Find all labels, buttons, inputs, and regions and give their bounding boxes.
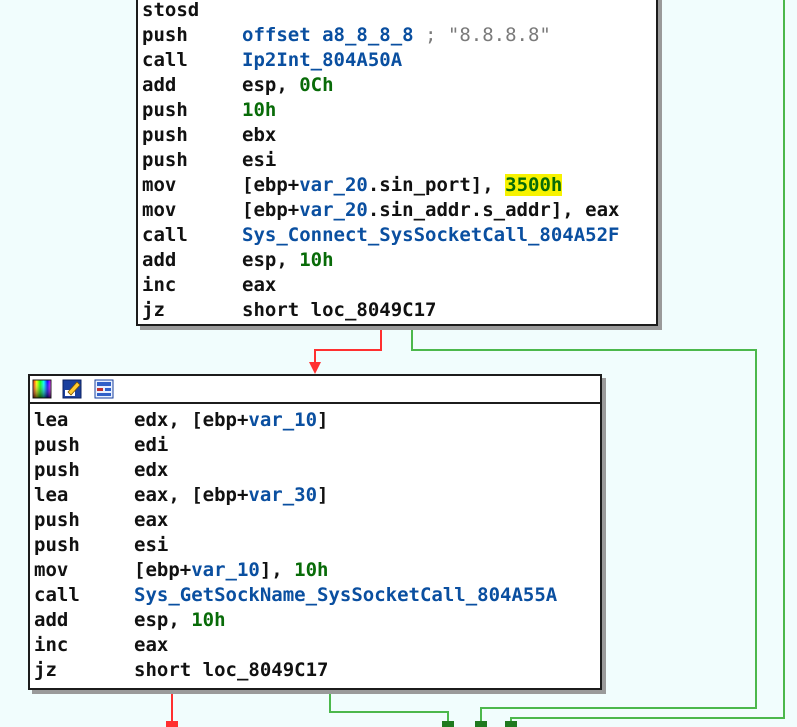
instruction-mnemonic: push <box>142 24 188 46</box>
operand-token: ] <box>317 409 329 431</box>
instruction-mnemonic: call <box>34 584 80 606</box>
instruction-mnemonic: add <box>142 74 177 96</box>
operand-token: esp, <box>134 609 192 631</box>
instruction-operands: eax <box>134 508 168 533</box>
false-edge-arrowhead <box>309 362 321 374</box>
instruction-operands: edi <box>134 433 168 458</box>
instruction-operands: esi <box>134 533 168 558</box>
operand-number: 10h <box>299 249 334 271</box>
operand-token: esi <box>134 534 169 556</box>
instruction-operands: Sys_Connect_SysSocketCall_804A52F <box>242 223 620 248</box>
instruction-operands: esp, 0Ch <box>242 73 334 98</box>
instruction-mnemonic: inc <box>34 634 69 656</box>
instruction-mnemonic: stosd <box>142 0 200 21</box>
instruction-mnemonic: lea <box>34 484 69 506</box>
instruction-operands: short loc_8049C17 <box>134 658 328 683</box>
operand-token: .sin_addr.s_addr], eax <box>367 199 620 221</box>
instruction-operands: Ip2Int_804A50A <box>242 48 402 73</box>
instruction-operands: eax, [ebp+var_30] <box>134 483 328 508</box>
operand-name[interactable]: offset a8_8_8_8 <box>242 24 425 46</box>
instruction-mnemonic: mov <box>142 174 177 196</box>
instruction-operands: esi <box>242 148 276 173</box>
operand-token: eax <box>242 274 277 296</box>
instruction-mnemonic: inc <box>142 274 177 296</box>
operand-number: 10h <box>242 99 277 121</box>
edit-pencil-icon[interactable] <box>62 379 82 399</box>
instruction-mnemonic: mov <box>34 559 69 581</box>
operand-token: edx, [ebp+ <box>134 409 249 431</box>
operand-token[interactable]: var_20 <box>299 199 368 221</box>
arrowhead-red-bottom <box>166 721 178 727</box>
operand-token[interactable]: var_10 <box>191 559 260 581</box>
instruction-operands: eax <box>242 273 276 298</box>
operand-name[interactable]: Sys_Connect_SysSocketCall_804A52F <box>242 224 620 246</box>
operand-name[interactable]: Ip2Int_804A50A <box>242 49 402 71</box>
instruction-mnemonic: mov <box>142 199 177 221</box>
operand-token[interactable]: var_30 <box>248 484 317 506</box>
basic-block-getsockname[interactable]: lea edx, [ebp+var_10] push edi push edx lea eax… <box>28 374 602 690</box>
instruction-mnemonic: jz <box>142 299 165 321</box>
instruction-mnemonic: push <box>34 534 80 556</box>
operand-token: short loc_8049C17 <box>242 299 437 321</box>
operand-token[interactable]: var_10 <box>248 409 317 431</box>
block-title-bar <box>30 376 600 404</box>
instruction-operands: 10h <box>242 98 276 123</box>
operand-token: short loc_8049C17 <box>134 659 329 681</box>
instruction-operands: [ebp+var_20.sin_port], 3500h <box>242 173 563 198</box>
operand-token[interactable]: var_20 <box>299 174 368 196</box>
instruction-operands: [ebp+var_20.sin_addr.s_addr], eax <box>242 198 620 223</box>
operand-token: edi <box>134 434 169 456</box>
instruction-mnemonic: push <box>142 149 188 171</box>
operand-token: .sin_port], <box>367 174 506 196</box>
operand-comment: ; "8.8.8.8" <box>425 24 551 46</box>
operand-number: 10h <box>294 559 329 581</box>
instruction-operands: ebx <box>242 123 276 148</box>
operand-token: ], <box>259 559 295 581</box>
operand-token: ] <box>317 484 329 506</box>
operand-number: 3500h <box>505 174 563 196</box>
operand-name[interactable]: Sys_GetSockName_SysSocketCall_804A55A <box>134 584 557 606</box>
operand-token: esp, <box>242 74 300 96</box>
color-palette-icon[interactable] <box>32 379 52 399</box>
instruction-operands: short loc_8049C17 <box>242 298 436 323</box>
instruction-mnemonic: push <box>142 124 188 146</box>
instruction-mnemonic: push <box>34 459 80 481</box>
false-edge <box>314 326 382 368</box>
operand-token: eax, [ebp+ <box>134 484 249 506</box>
instruction-mnemonic: add <box>142 249 177 271</box>
operand-number: 0Ch <box>299 74 334 96</box>
instruction-mnemonic: push <box>142 99 188 121</box>
instruction-mnemonic: jz <box>34 659 57 681</box>
operand-token: [ebp+ <box>134 559 192 581</box>
instruction-operands: eax <box>134 633 168 658</box>
graph-view-icon[interactable] <box>94 379 114 399</box>
instruction-operands: edx <box>134 458 168 483</box>
instruction-operands: offset a8_8_8_8 ; "8.8.8.8" <box>242 23 551 48</box>
instruction-mnemonic: call <box>142 224 188 246</box>
operand-token: eax <box>134 509 169 531</box>
operand-token: esi <box>242 149 277 171</box>
operand-token: esp, <box>242 249 300 271</box>
operand-token: ebx <box>242 124 277 146</box>
instruction-operands: Sys_GetSockName_SysSocketCall_804A55A <box>134 583 557 608</box>
operand-token: edx <box>134 459 169 481</box>
operand-token: [ebp+ <box>242 174 300 196</box>
instruction-mnemonic: add <box>34 609 69 631</box>
instruction-operands: esp, 10h <box>134 608 226 633</box>
instruction-operands: [ebp+var_10], 10h <box>134 558 329 583</box>
instruction-mnemonic: call <box>142 49 188 71</box>
true-edge-3 <box>329 688 449 727</box>
instruction-mnemonic: lea <box>34 409 69 431</box>
arrowhead-green-bottom-2 <box>475 721 487 727</box>
instruction-operands: esp, 10h <box>242 248 334 273</box>
instruction-mnemonic: push <box>34 509 80 531</box>
basic-block-connect[interactable]: stosd push offset a8_8_8_8 ; "8.8.8.8" call… <box>136 0 658 326</box>
operand-token: eax <box>134 634 169 656</box>
instruction-mnemonic: push <box>34 434 80 456</box>
arrowhead-green-bottom-1 <box>442 721 454 727</box>
arrowhead-green-bottom-3 <box>505 721 517 727</box>
instruction-operands: edx, [ebp+var_10] <box>134 408 328 433</box>
operand-number: 10h <box>191 609 226 631</box>
operand-token: [ebp+ <box>242 199 300 221</box>
